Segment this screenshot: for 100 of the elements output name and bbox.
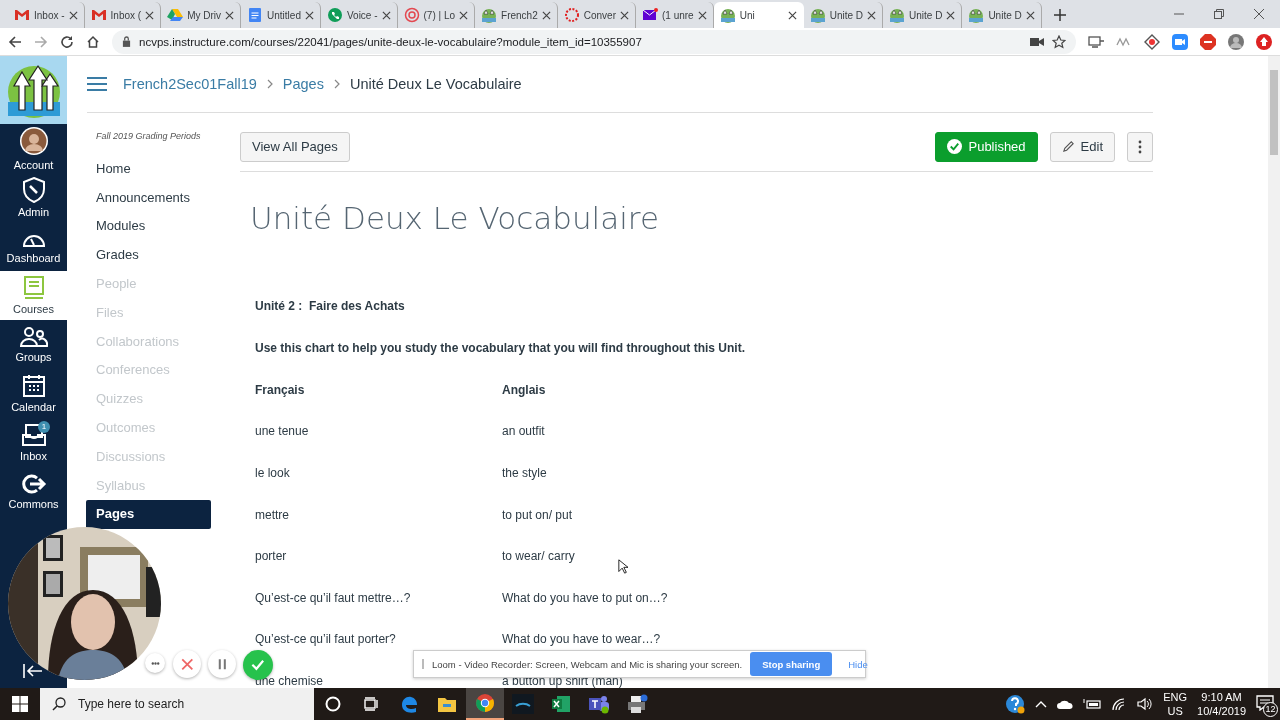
- people-icon: [19, 326, 48, 348]
- global-nav-item[interactable]: Calendar: [0, 369, 67, 418]
- cancel-button[interactable]: [173, 650, 201, 678]
- avatar-icon[interactable]: [1228, 33, 1244, 50]
- course-nav-item[interactable]: Announcements: [86, 183, 211, 213]
- close-icon[interactable]: [541, 10, 551, 20]
- upload-icon[interactable]: [1256, 33, 1272, 50]
- vocabulary-cell-text: une tenue: [255, 424, 310, 439]
- breadcrumb-link[interactable]: Pages: [282, 75, 324, 92]
- more-button[interactable]: [145, 653, 165, 673]
- back-arrow-icon[interactable]: [8, 34, 22, 49]
- chevron-icon: [266, 78, 273, 89]
- close-icon[interactable]: [1254, 9, 1264, 19]
- help-icon[interactable]: [1005, 694, 1026, 714]
- teams-icon[interactable]: [588, 694, 610, 714]
- intro-text: Use this chart to help you study the vocabulary that you will find throughout this Unit.: [255, 340, 747, 355]
- close-icon[interactable]: [304, 10, 314, 20]
- shield-icon: [20, 177, 47, 203]
- windows-logo-icon[interactable]: [12, 696, 28, 712]
- edit-button[interactable]: Edit: [1049, 131, 1115, 162]
- drag-handle[interactable]: [422, 659, 424, 669]
- close-icon[interactable]: [381, 10, 391, 20]
- printer-icon[interactable]: [626, 694, 648, 714]
- language-text: US: [1167, 704, 1183, 718]
- speaker-icon[interactable]: [1137, 697, 1154, 711]
- course-nav-item[interactable]: Pages: [86, 500, 211, 530]
- address-bar[interactable]: ncvps.instructure.com/courses/22041/pages/unite-deux-le-vocabulaire?module_item_id=10355907: [112, 29, 1076, 54]
- home-icon[interactable]: [86, 34, 100, 49]
- stop-sign-icon[interactable]: [1200, 33, 1216, 50]
- course-nav-item[interactable]: Home: [86, 154, 211, 184]
- new-tab-icon[interactable]: [1053, 9, 1066, 21]
- battery-icon[interactable]: [1083, 698, 1102, 710]
- circle-icon[interactable]: [325, 696, 341, 712]
- scrollbar[interactable]: [1268, 56, 1280, 688]
- course-nav-item[interactable]: Grades: [86, 241, 211, 271]
- count-badge: 1: [38, 421, 50, 433]
- vocabulary-cell-text: the style: [502, 466, 548, 481]
- close-icon[interactable]: [68, 10, 78, 20]
- close-icon[interactable]: [787, 10, 797, 20]
- global-nav-item[interactable]: Account: [0, 124, 67, 173]
- pause-button[interactable]: [208, 650, 236, 678]
- view-all-pages-button[interactable]: View All Pages: [240, 131, 350, 162]
- monitor-icon[interactable]: [1088, 34, 1104, 49]
- close-icon[interactable]: [697, 10, 707, 20]
- arrow-icon: [20, 473, 47, 495]
- avatar-icon: [18, 126, 49, 156]
- close-icon[interactable]: [145, 10, 155, 20]
- course-nav-item[interactable]: Modules: [86, 212, 211, 242]
- global-nav-item[interactable]: Commons: [0, 467, 67, 516]
- spreadsheet-icon[interactable]: [551, 694, 571, 714]
- published-button[interactable]: Published: [935, 131, 1038, 162]
- inbox-icon: [20, 423, 47, 447]
- mail-icon: [90, 7, 107, 23]
- notification-icon[interactable]: [1256, 695, 1274, 711]
- close-icon[interactable]: [867, 10, 876, 20]
- column-heading: Français: [255, 382, 306, 397]
- close-icon[interactable]: [225, 10, 235, 20]
- browser-tab[interactable]: Uni: [713, 2, 804, 28]
- star-icon[interactable]: [1052, 34, 1066, 49]
- clock[interactable]: 9:10 AM 10/4/2019: [1197, 690, 1246, 718]
- reload-icon[interactable]: [60, 34, 74, 49]
- search-icon: [52, 697, 66, 711]
- url-text: ncvps.instructure.com/courses/22041/pages/unite-deux-le-vocabulaire?module_item_id=10355907: [139, 35, 643, 48]
- check-circle-icon: [947, 139, 963, 155]
- collapse-icon[interactable]: [23, 664, 43, 678]
- close-icon[interactable]: [1025, 10, 1035, 20]
- notification-count: 12: [1263, 702, 1278, 717]
- global-nav-item[interactable]: Groups: [0, 320, 67, 369]
- diamond-icon[interactable]: [1144, 33, 1160, 50]
- global-nav-item[interactable]: Courses: [0, 271, 67, 320]
- search-input[interactable]: Type here to search: [76, 696, 302, 712]
- menu-icon[interactable]: [87, 75, 107, 92]
- camera-icon[interactable]: [1030, 36, 1044, 47]
- vocabulary-cell-text: an outfit: [502, 424, 546, 439]
- folder-icon[interactable]: [437, 695, 457, 713]
- global-nav-item[interactable]: Admin: [0, 173, 67, 222]
- close-icon[interactable]: [946, 10, 956, 20]
- close-icon[interactable]: [619, 10, 629, 20]
- chrome-icon[interactable]: [475, 693, 495, 713]
- breadcrumb-link[interactable]: French2Sec01Fall19: [123, 75, 257, 92]
- mouse-cursor-icon: [618, 558, 628, 574]
- video-icon[interactable]: [1172, 33, 1188, 50]
- close-icon[interactable]: [459, 10, 469, 20]
- vocabulary-cell-text: What do you have to wear…?: [502, 632, 662, 647]
- dark-tile-icon[interactable]: [512, 694, 534, 714]
- cloud-icon[interactable]: [1057, 699, 1074, 709]
- task-view-icon[interactable]: [363, 696, 379, 712]
- e-icon[interactable]: [399, 694, 419, 714]
- global-nav-item[interactable]: Dashboard: [0, 222, 67, 271]
- chevron-up-icon[interactable]: [1035, 700, 1048, 708]
- mail-icon: [14, 7, 30, 23]
- language-indicator[interactable]: ENG US: [1163, 690, 1188, 718]
- global-nav-item[interactable]: Inbox 1: [0, 418, 67, 467]
- taskbar-search-field[interactable]: Type here to search: [40, 688, 314, 720]
- book-icon: [22, 276, 45, 300]
- restore-icon[interactable]: [1214, 9, 1224, 19]
- lock-icon: [122, 36, 131, 47]
- vocabulary-cell-text: to put on/ put: [502, 507, 574, 522]
- breadcrumb-current: Unité Deux Le Vocabulaire: [349, 75, 522, 92]
- phone-icon: [326, 7, 343, 23]
